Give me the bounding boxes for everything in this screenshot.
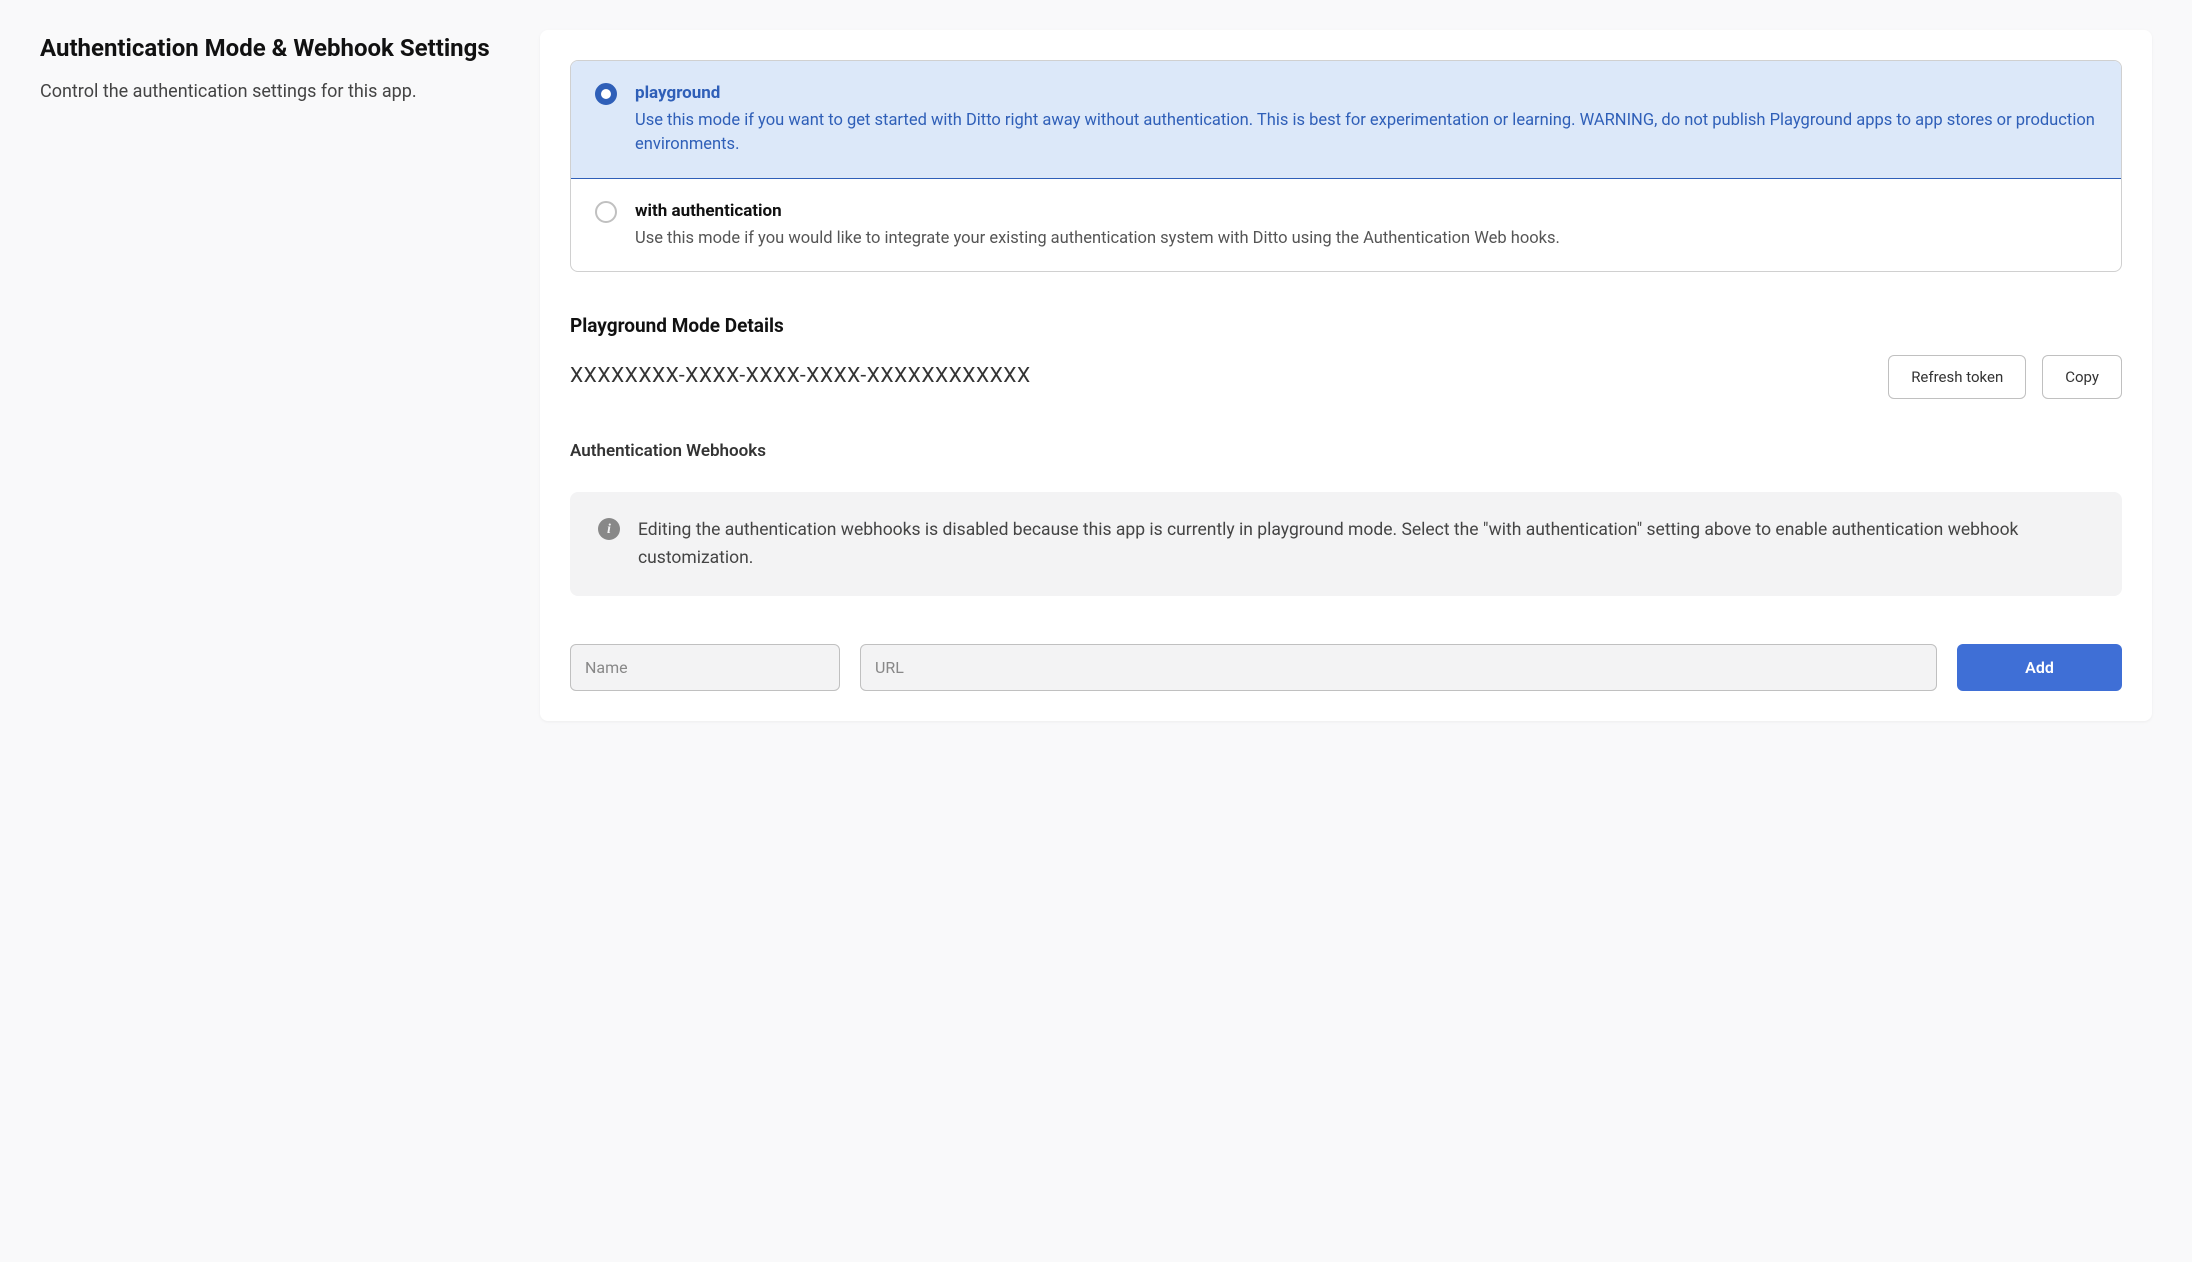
webhooks-disabled-text: Editing the authentication webhooks is d… xyxy=(638,516,2094,572)
page-subtitle: Control the authentication settings for … xyxy=(40,78,500,105)
webhook-url-input[interactable] xyxy=(860,644,1937,691)
page-title: Authentication Mode & Webhook Settings xyxy=(40,30,500,66)
playground-details-heading: Playground Mode Details xyxy=(570,312,2122,341)
mode-label: with authentication xyxy=(635,199,2097,225)
webhooks-disabled-banner: i Editing the authentication webhooks is… xyxy=(570,492,2122,596)
radio-indicator-icon xyxy=(595,201,617,223)
mode-option-with-authentication[interactable]: with authentication Use this mode if you… xyxy=(571,179,2121,271)
mode-description: Use this mode if you would like to integ… xyxy=(635,227,2097,252)
refresh-token-button[interactable]: Refresh token xyxy=(1888,355,2026,399)
info-icon: i xyxy=(598,516,620,572)
add-webhook-button[interactable]: Add xyxy=(1957,644,2122,691)
copy-token-button[interactable]: Copy xyxy=(2042,355,2122,399)
webhooks-heading: Authentication Webhooks xyxy=(570,439,2122,465)
auth-mode-radio-group: playground Use this mode if you want to … xyxy=(570,60,2122,272)
token-value: XXXXXXXX-XXXX-XXXX-XXXX-XXXXXXXXXXXX xyxy=(570,361,1872,393)
settings-card: playground Use this mode if you want to … xyxy=(540,30,2152,721)
mode-label: playground xyxy=(635,81,2097,107)
webhook-form: Add xyxy=(570,644,2122,691)
webhook-name-input[interactable] xyxy=(570,644,840,691)
radio-indicator-icon xyxy=(595,83,617,105)
mode-description: Use this mode if you want to get started… xyxy=(635,109,2097,159)
mode-option-playground[interactable]: playground Use this mode if you want to … xyxy=(571,61,2121,179)
